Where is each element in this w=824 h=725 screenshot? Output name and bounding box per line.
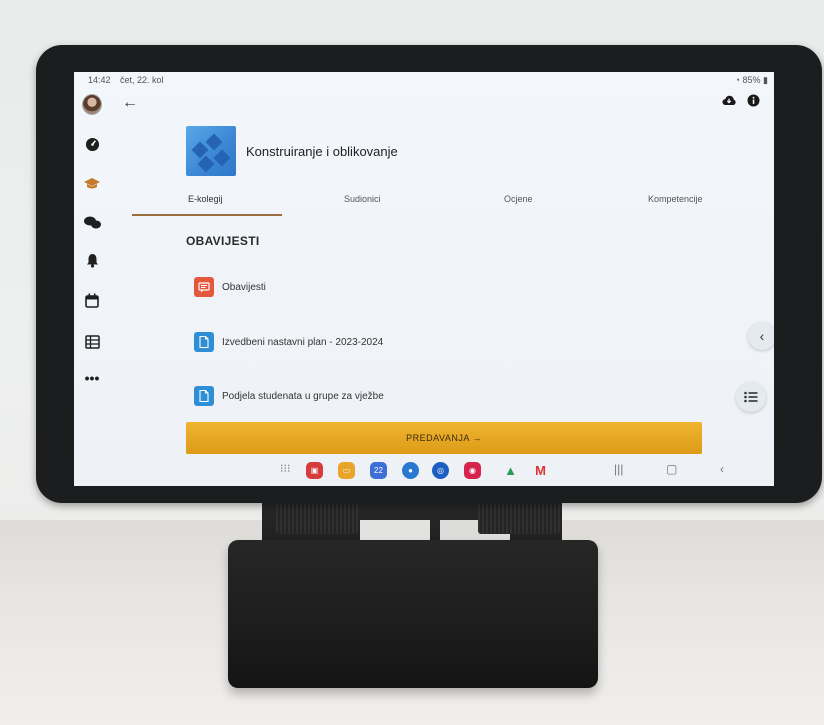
tab-ocjene[interactable]: Ocjene [504, 194, 533, 204]
nav-back-icon[interactable]: ‹ [720, 462, 724, 476]
my-courses-button[interactable] [82, 174, 102, 194]
more-dots-icon: ••• [84, 370, 100, 386]
calendar-icon [85, 293, 99, 308]
course-title: Konstruiranje i oblikovanje [246, 144, 398, 159]
android-navigation-bar: ⁝⁝⁝ ▣ ▭ 22 ● ◎ ◉ ▲ M ||| ▢ ‹ [74, 456, 774, 486]
camera-app-icon[interactable]: ◉ [464, 462, 481, 479]
list-item-izvedbeni-plan[interactable]: Izvedbeni nastavni plan - 2023-2024 [194, 331, 383, 353]
messages-icon [83, 216, 101, 228]
gmail-app-icon[interactable]: M [532, 462, 549, 479]
status-bar: 14:42 čet, 22. kol ◔ 85% ▮ [74, 72, 774, 88]
graduation-cap-icon [84, 178, 100, 189]
avatar [82, 93, 102, 115]
file-icon [194, 386, 214, 406]
drive-app-icon[interactable]: ▲ [502, 462, 519, 479]
browser-app-icon[interactable]: ◎ [432, 462, 449, 479]
calendar-day: 22 [374, 466, 383, 475]
wifi-icon: ◔ [734, 75, 740, 85]
dashboard-icon [85, 137, 99, 151]
user-avatar-button[interactable] [82, 93, 102, 115]
calendar-button[interactable] [82, 290, 102, 310]
home-icon[interactable]: ▢ [666, 462, 677, 476]
more-button[interactable]: ••• [82, 368, 102, 388]
dashboard-button[interactable] [82, 134, 102, 154]
next-section-label: PREDAVANJA → [406, 433, 482, 443]
list-item-label: Izvedbeni nastavni plan - 2023-2024 [222, 336, 384, 348]
active-tab-indicator [132, 214, 282, 216]
tab-kompetencije[interactable]: Kompetencije [648, 194, 703, 204]
messages-button[interactable] [82, 212, 102, 232]
next-section-button[interactable]: PREDAVANJA → [186, 422, 702, 454]
tab-sudionici[interactable]: Sudionici [344, 194, 381, 204]
chevron-left-icon: ‹ [759, 328, 765, 344]
grades-table-icon [84, 335, 100, 349]
tab-e-kolegij[interactable]: E-kolegij [188, 194, 223, 204]
apps-grid-icon[interactable]: ⁝⁝⁝ [280, 462, 291, 475]
course-image [186, 126, 236, 176]
messages-app-icon[interactable]: ● [402, 462, 419, 479]
list-item-label: Obavijesti [222, 281, 266, 293]
section-title: OBAVIJESTI [186, 234, 260, 248]
back-arrow-icon[interactable]: ← [122, 94, 138, 112]
bell-icon [86, 253, 98, 268]
info-icon[interactable] [747, 94, 760, 110]
tablet-screen: 14:42 čet, 22. kol ◔ 85% ▮ ••• ← Konstru… [74, 72, 774, 486]
app-icon-files[interactable]: ▭ [338, 462, 355, 479]
stand-slot [360, 520, 430, 542]
status-time: 14:42 [88, 75, 111, 85]
list-item-podjela-studenata[interactable]: Podjela studenata u grupe za vježbe [194, 385, 384, 407]
course-tabs: E-kolegij Sudionici Ocjene Kompetencije [134, 190, 774, 216]
recent-apps-icon[interactable]: ||| [614, 462, 623, 476]
open-drawer-button[interactable]: ‹ [748, 322, 774, 350]
cloud-download-icon[interactable] [722, 94, 736, 109]
forum-icon [194, 277, 214, 297]
battery-indicator: ◔ 85% ▮ [735, 75, 768, 86]
calendar-app-icon[interactable]: 22 [370, 462, 387, 479]
navigation-rail: ••• [74, 88, 110, 458]
battery-icon: ▮ [763, 75, 768, 85]
list-item-label: Podjela studenata u grupe za vježbe [222, 390, 384, 402]
notifications-button[interactable] [82, 250, 102, 270]
stand-base [228, 540, 598, 688]
grades-button[interactable] [82, 332, 102, 352]
list-icon [744, 391, 758, 403]
app-icon-red[interactable]: ▣ [306, 462, 323, 479]
course-index-button[interactable] [736, 382, 766, 412]
list-item-obavijesti[interactable]: Obavijesti [194, 276, 266, 298]
status-date: čet, 22. kol [120, 75, 164, 85]
battery-percent: 85% [742, 75, 761, 85]
file-icon [194, 332, 214, 352]
